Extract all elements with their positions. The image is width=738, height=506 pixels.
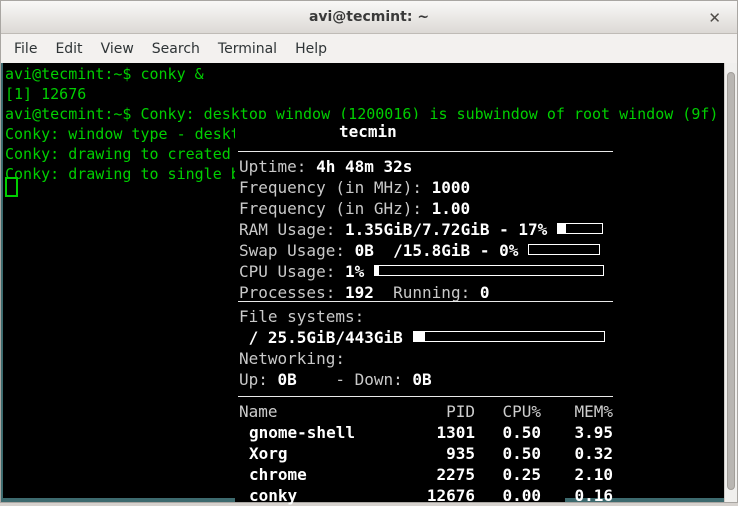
freq-ghz-value: 1.00: [432, 199, 471, 218]
ram-usage-bar: [557, 223, 603, 234]
scrollbar[interactable]: [724, 63, 737, 502]
swap-usage-bar: [528, 244, 600, 255]
header-cpu: CPU%: [475, 401, 541, 422]
fs-root-value: / 25.5GiB/443GiB: [239, 328, 403, 347]
processes-label: Processes:: [239, 283, 345, 302]
net-down-label: - Down:: [297, 370, 413, 389]
ram-value: 1.35GiB/7.72GiB - 17%: [345, 220, 547, 239]
process-name: gnome-shell: [239, 422, 403, 443]
cpu-bar-fill: [375, 266, 378, 275]
ram-bar-fill: [558, 224, 566, 233]
ram-label: RAM Usage:: [239, 220, 345, 239]
freq-mhz-value: 1000: [432, 178, 471, 197]
conky-panel: tecmin Uptime: 4h 48m 32s Frequency (in …: [235, 119, 565, 502]
net-up-value: 0B: [278, 370, 297, 389]
conky-freq-ghz: Frequency (in GHz): 1.00: [239, 198, 470, 219]
scrollbar-thumb[interactable]: [727, 72, 735, 490]
process-mem: 2.10: [541, 464, 613, 485]
process-mem: 3.95: [541, 422, 613, 443]
running-label: Running:: [374, 283, 480, 302]
process-pid: 2275: [403, 464, 475, 485]
process-name: Xorg: [239, 443, 403, 464]
process-cpu: 0.50: [475, 443, 541, 464]
process-mem: 0.32: [541, 443, 613, 464]
terminal-line: avi@tecmint:~$ conky &: [5, 64, 204, 84]
uptime-value: 4h 48m 32s: [316, 157, 412, 176]
header-mem: MEM%: [541, 401, 613, 422]
process-cpu: 0.25: [475, 464, 541, 485]
conky-uptime: Uptime: 4h 48m 32s: [239, 156, 412, 177]
terminal-window: avi@tecmint: ~ ✕ File Edit View Search T…: [0, 0, 738, 503]
menu-view[interactable]: View: [92, 36, 143, 62]
processes-value: 192: [345, 283, 374, 302]
terminal-line: Conky: drawing to created: [5, 144, 231, 164]
running-value: 0: [480, 283, 490, 302]
terminal-line: Conky: drawing to single b: [5, 164, 240, 184]
menu-file[interactable]: File: [5, 36, 46, 62]
terminal-line: [1] 12676: [5, 84, 86, 104]
terminal-cursor: [5, 177, 18, 197]
menu-edit[interactable]: Edit: [46, 36, 91, 62]
process-cpu: 0.50: [475, 422, 541, 443]
table-row: chrome 2275 0.25 2.10: [239, 464, 613, 485]
table-row: Xorg 935 0.50 0.32: [239, 443, 613, 464]
terminal-line: Conky: window type - deskt: [5, 124, 240, 144]
conky-fs-root: / 25.5GiB/443GiB: [239, 327, 605, 348]
process-pid: 935: [403, 443, 475, 464]
menu-help[interactable]: Help: [286, 36, 336, 62]
menu-terminal[interactable]: Terminal: [209, 36, 286, 62]
conky-title: tecmin: [339, 121, 397, 142]
conky-cpu: CPU Usage: 1%: [239, 261, 604, 282]
conky-filesystems-heading: File systems:: [239, 306, 364, 327]
freq-mhz-label: Frequency (in MHz):: [239, 178, 432, 197]
swap-value: 0B /15.8GiB - 0%: [355, 241, 519, 260]
uptime-label: Uptime:: [239, 157, 316, 176]
process-table-header: Name PID CPU% MEM%: [239, 401, 613, 422]
menu-search[interactable]: Search: [143, 36, 209, 62]
header-name: Name: [239, 401, 403, 422]
cpu-usage-bar: [374, 265, 604, 276]
conky-processes: Processes: 192 Running: 0: [239, 282, 489, 303]
swap-label: Swap Usage:: [239, 241, 355, 260]
conky-divider: [238, 301, 613, 302]
header-pid: PID: [403, 401, 475, 422]
conky-divider: [238, 151, 613, 152]
titlebar[interactable]: avi@tecmint: ~ ✕: [1, 1, 737, 34]
conky-swap: Swap Usage: 0B /15.8GiB - 0%: [239, 240, 600, 261]
net-up-label: Up:: [239, 370, 278, 389]
conky-freq-mhz: Frequency (in MHz): 1000: [239, 177, 470, 198]
cpu-label: CPU Usage:: [239, 262, 345, 281]
close-icon[interactable]: ✕: [704, 1, 725, 34]
net-down-value: 0B: [412, 370, 431, 389]
process-name: chrome: [239, 464, 403, 485]
conky-network: Up: 0B - Down: 0B: [239, 369, 432, 390]
fs-usage-bar: [413, 331, 605, 342]
menubar: File Edit View Search Terminal Help: [1, 34, 737, 63]
fs-bar-fill: [414, 332, 425, 341]
freq-ghz-label: Frequency (in GHz):: [239, 199, 432, 218]
cpu-value: 1%: [345, 262, 364, 281]
conky-ram: RAM Usage: 1.35GiB/7.72GiB - 17%: [239, 219, 603, 240]
process-pid: 1301: [403, 422, 475, 443]
conky-networking-heading: Networking:: [239, 348, 345, 369]
window-title: avi@tecmint: ~: [309, 9, 429, 25]
table-row: gnome-shell 1301 0.50 3.95: [239, 422, 613, 443]
conky-divider: [238, 396, 613, 397]
